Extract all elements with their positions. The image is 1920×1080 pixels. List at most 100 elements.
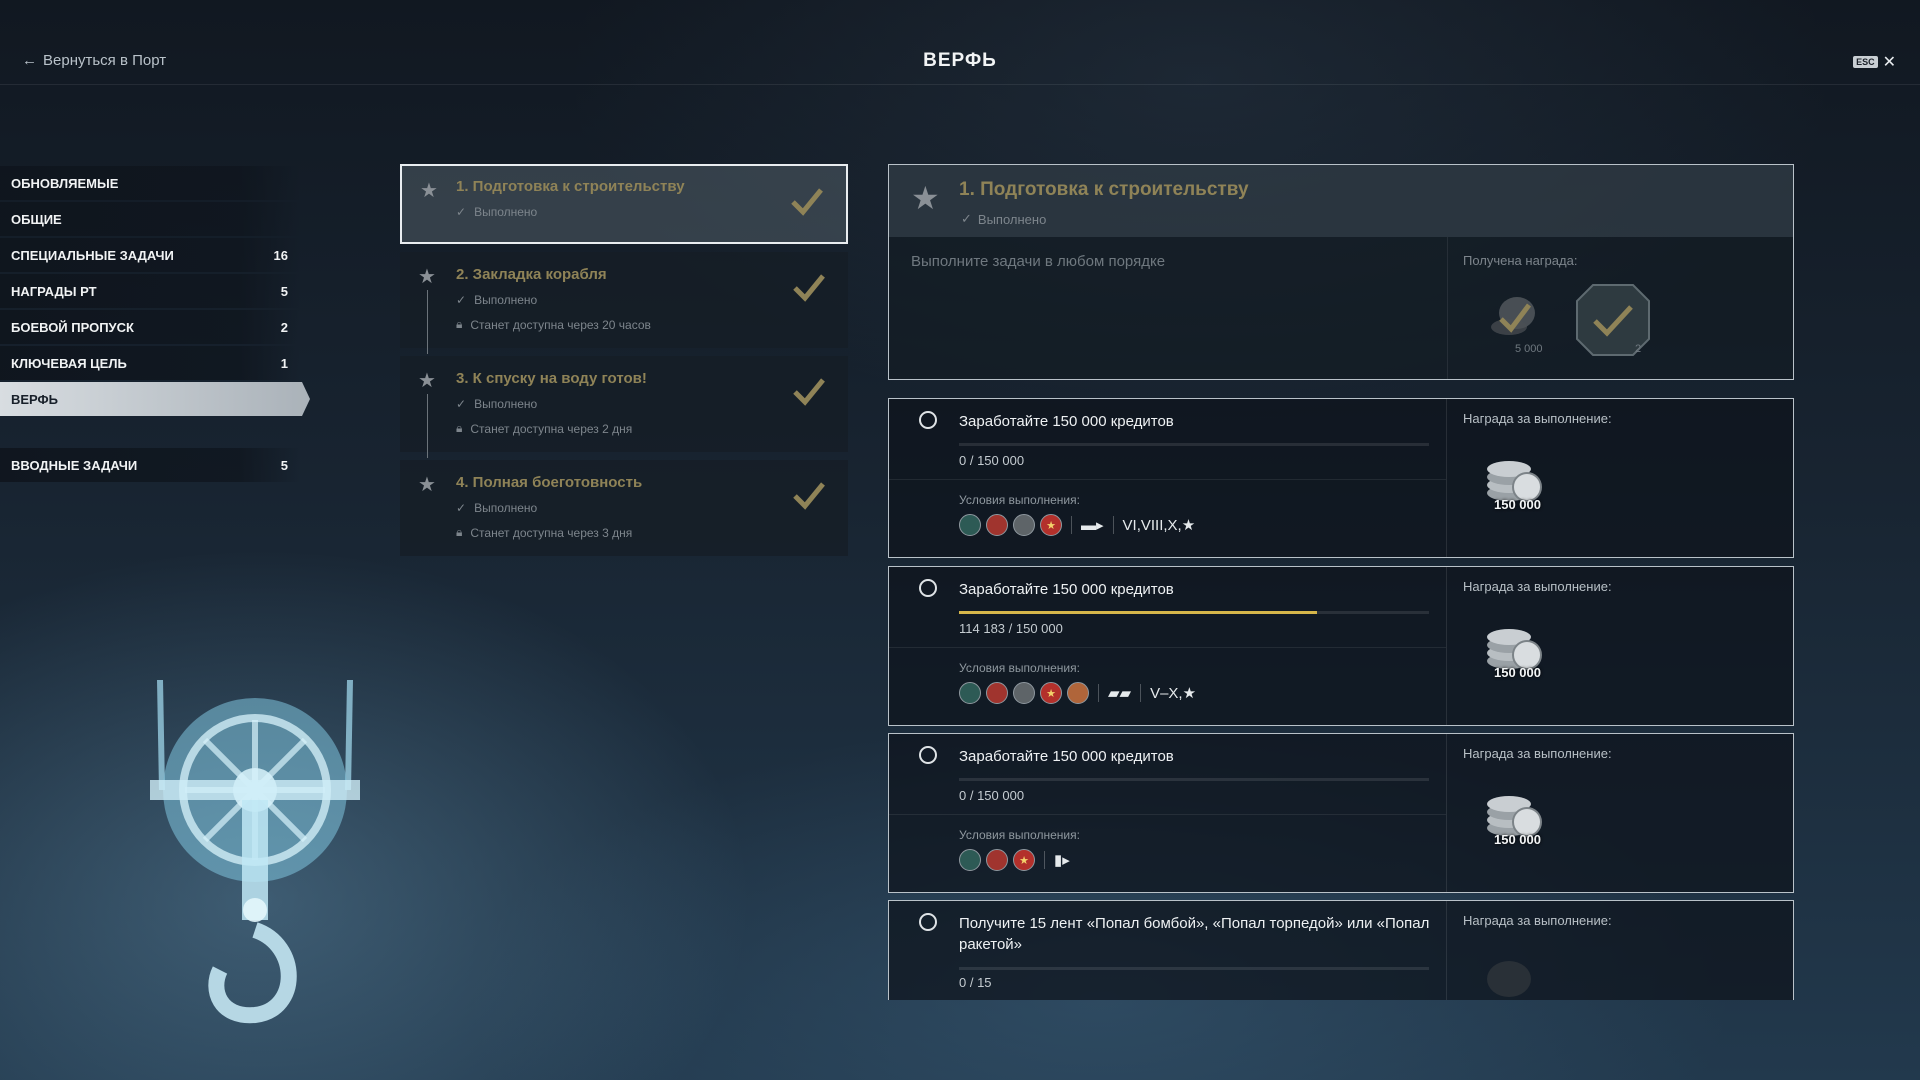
task-radio[interactable] — [919, 411, 937, 429]
stage-status: ✓ Выполнено — [456, 293, 848, 307]
divider — [889, 647, 1446, 648]
task-radio[interactable] — [919, 913, 937, 931]
conditions-label: Условия выполнения: — [959, 661, 1080, 675]
divider — [1098, 684, 1099, 702]
divider — [1140, 684, 1142, 702]
top-bar: ← Вернуться в Порт ВЕРФЬ ESC ✕ — [0, 0, 1920, 85]
reward-amount: 150 000 — [1494, 497, 1541, 512]
close-button[interactable]: ESC ✕ — [1853, 52, 1896, 72]
task-title: Получите 15 лент «Попал бомбой», «Попал … — [959, 915, 1430, 953]
sidebar-item-count: 5 — [280, 283, 288, 299]
nation-flag-icon — [986, 514, 1008, 536]
task-progress-bar — [959, 443, 1429, 446]
divider — [1071, 516, 1072, 534]
stages-list: ★ 1. Подготовка к строительству ✓ Выполн… — [400, 164, 848, 564]
stage-status: ✓ Выполнено — [456, 397, 848, 411]
sidebar-item-count: 1 — [280, 355, 288, 371]
conditions-row: ★ ▰▰ V–X,★ — [959, 682, 1196, 704]
conditions-row: ★ ▮▸ — [959, 849, 1070, 871]
tiers-text: VI,VIII,X,★ — [1122, 517, 1196, 534]
reward-label: Награда за выполнение: — [1463, 746, 1612, 761]
stage-status-text: Выполнено — [474, 205, 538, 219]
nation-flag-icon — [1013, 514, 1035, 536]
nation-flag-icon: ★ — [1040, 514, 1062, 536]
reward-amount: 2 — [1635, 343, 1642, 355]
stage-detail-status: ✓ Выполнено — [961, 211, 1046, 227]
sidebar: ОБНОВЛЯЕМЫЕ ОБЩИЕ СПЕЦИАЛЬНЫЕ ЗАДАЧИ 16 … — [0, 166, 310, 484]
task-card-3[interactable]: Заработайте 150 000 кредитов 0 / 150 000… — [888, 733, 1794, 893]
task-radio[interactable] — [919, 579, 937, 597]
completed-check-icon — [793, 482, 825, 510]
sidebar-item-label: ВЕРФЬ — [11, 391, 58, 407]
star-icon: ★ — [418, 370, 436, 392]
nation-flag-icon — [986, 849, 1008, 871]
divider — [889, 479, 1446, 480]
stage-title: 3. К спуску на воду готов! — [456, 370, 647, 387]
sidebar-item-count: 16 — [273, 247, 288, 263]
stage-status-text: Выполнено — [474, 397, 538, 411]
page-bottom-fade — [0, 1000, 1920, 1080]
stage-status: ✓ Выполнено — [456, 501, 848, 515]
task-card-1[interactable]: Заработайте 150 000 кредитов 0 / 150 000… — [888, 398, 1794, 558]
tiers-text: V–X,★ — [1150, 685, 1197, 702]
ship-type-battleship-icon: ▮▸ — [1054, 852, 1070, 869]
lock-icon: 🔒︎ — [456, 525, 463, 539]
stage-detail-title: 1. Подготовка к строительству — [959, 179, 1249, 200]
sidebar-item-special-tasks[interactable]: СПЕЦИАЛЬНЫЕ ЗАДАЧИ 16 — [0, 238, 300, 272]
divider — [889, 814, 1446, 815]
stage-card-2[interactable]: ★ 2. Закладка корабля ✓ Выполнено 🔒︎ Ста… — [400, 252, 848, 354]
sidebar-item-general[interactable]: ОБЩИЕ — [0, 202, 300, 236]
stage-detail-panel: ★ 1. Подготовка к строительству ✓ Выполн… — [888, 164, 1794, 380]
task-progress-text: 0 / 150 000 — [959, 453, 1025, 468]
task-title: Заработайте 150 000 кредитов — [959, 581, 1174, 598]
stage-card-4[interactable]: ★ 4. Полная боеготовность ✓ Выполнено 🔒︎… — [400, 460, 848, 556]
divider — [1446, 399, 1447, 557]
sidebar-item-rt-rewards[interactable]: НАГРАДЫ РТ 5 — [0, 274, 300, 308]
star-icon: ★ — [420, 180, 438, 202]
check-icon: ✓ — [456, 205, 467, 219]
sidebar-item-battle-pass[interactable]: БОЕВОЙ ПРОПУСК 2 — [0, 310, 300, 344]
sidebar-item-key-goal[interactable]: КЛЮЧЕВАЯ ЦЕЛЬ 1 — [0, 346, 300, 380]
task-card-2[interactable]: Заработайте 150 000 кредитов 114 183 / 1… — [888, 566, 1794, 726]
divider — [1446, 734, 1447, 892]
task-progress-bar — [959, 778, 1429, 781]
nation-flag-icon — [959, 514, 981, 536]
ribbon-reward-icon — [1487, 961, 1531, 997]
reward-amount: 5 000 — [1515, 343, 1543, 355]
check-icon: ✓ — [456, 397, 467, 411]
stage-title: 4. Полная боеготовность — [456, 474, 643, 491]
stage-card-3[interactable]: ★ 3. К спуску на воду готов! ✓ Выполнено… — [400, 356, 848, 458]
stage-lock-text: Станет доступна через 2 дня — [470, 421, 633, 436]
check-icon: ✓ — [456, 501, 467, 515]
sidebar-item-intro-tasks[interactable]: ВВОДНЫЕ ЗАДАЧИ 5 — [0, 448, 300, 482]
nation-flag-icon — [959, 849, 981, 871]
nation-flag-icon — [1013, 682, 1035, 704]
task-progress-text: 0 / 150 000 — [959, 788, 1025, 803]
stage-detail-header: ★ 1. Подготовка к строительству ✓ Выполн… — [889, 165, 1793, 237]
page-title: ВЕРФЬ — [923, 50, 997, 71]
completed-check-icon — [791, 188, 823, 216]
stage-detail-body: Выполните задачи в любом порядке Получен… — [889, 237, 1793, 379]
sidebar-item-updatable[interactable]: ОБНОВЛЯЕМЫЕ — [0, 166, 300, 200]
ship-type-cruiser-icon: ▰▰ — [1108, 685, 1132, 702]
nation-flag-icon: ★ — [1040, 682, 1062, 704]
stage-lock-info: 🔒︎ Станет доступна через 20 часов — [456, 317, 848, 332]
stage-lock-text: Станет доступна через 3 дня — [470, 525, 633, 540]
task-card-4[interactable]: Получите 15 лент «Попал бомбой», «Попал … — [888, 900, 1794, 1000]
sidebar-item-label: ОБЩИЕ — [11, 211, 62, 227]
stage-detail-status-text: Выполнено — [977, 211, 1047, 227]
conditions-row: ★ ▬▸ VI,VIII,X,★ — [959, 514, 1195, 536]
sidebar-item-label: ОБНОВЛЯЕМЫЕ — [11, 175, 119, 191]
nation-flag-icon: ★ — [1013, 849, 1035, 871]
task-progress-bar — [959, 967, 1429, 970]
nation-flag-icon — [1067, 682, 1089, 704]
sidebar-item-count: 5 — [280, 457, 288, 473]
task-radio[interactable] — [919, 746, 937, 764]
sidebar-item-count: 2 — [280, 319, 288, 335]
stage-card-1[interactable]: ★ 1. Подготовка к строительству ✓ Выполн… — [400, 164, 848, 244]
received-reward-label: Получена награда: — [1463, 253, 1578, 268]
lock-icon: 🔒︎ — [456, 317, 463, 331]
sidebar-item-shipyard[interactable]: ВЕРФЬ — [0, 382, 310, 416]
stage-connector — [427, 290, 428, 354]
